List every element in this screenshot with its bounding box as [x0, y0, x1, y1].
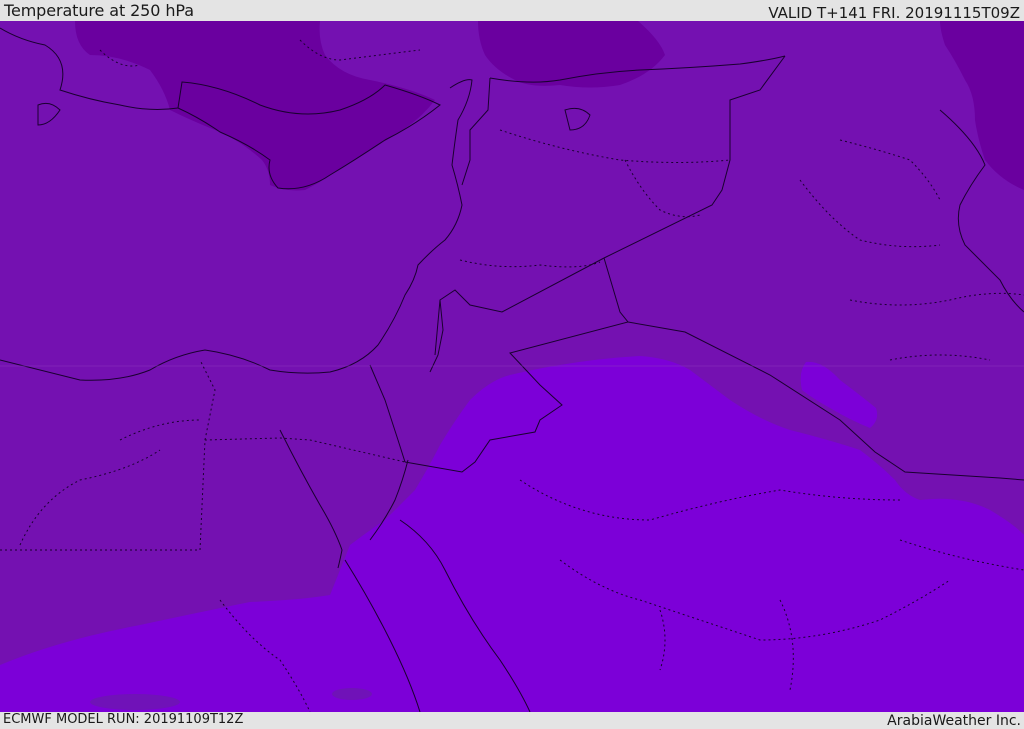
footer-bar: ECMWF MODEL RUN: 20191109T12Z ArabiaWeat…	[0, 712, 1024, 729]
temperature-map	[0, 21, 1024, 712]
map-figure: Temperature at 250 hPa VALID T+141 FRI. …	[0, 0, 1024, 729]
temperature-band-cold-patch-2	[332, 688, 372, 700]
valid-time-label: VALID T+141 FRI. 20191115T09Z	[768, 4, 1020, 22]
map-title: Temperature at 250 hPa	[4, 1, 194, 20]
credit-label: ArabiaWeather Inc.	[887, 713, 1021, 729]
model-run-label: ECMWF MODEL RUN: 20191109T12Z	[3, 712, 244, 727]
temperature-band-cold-patch	[90, 694, 180, 710]
title-bar: Temperature at 250 hPa VALID T+141 FRI. …	[0, 0, 1024, 21]
